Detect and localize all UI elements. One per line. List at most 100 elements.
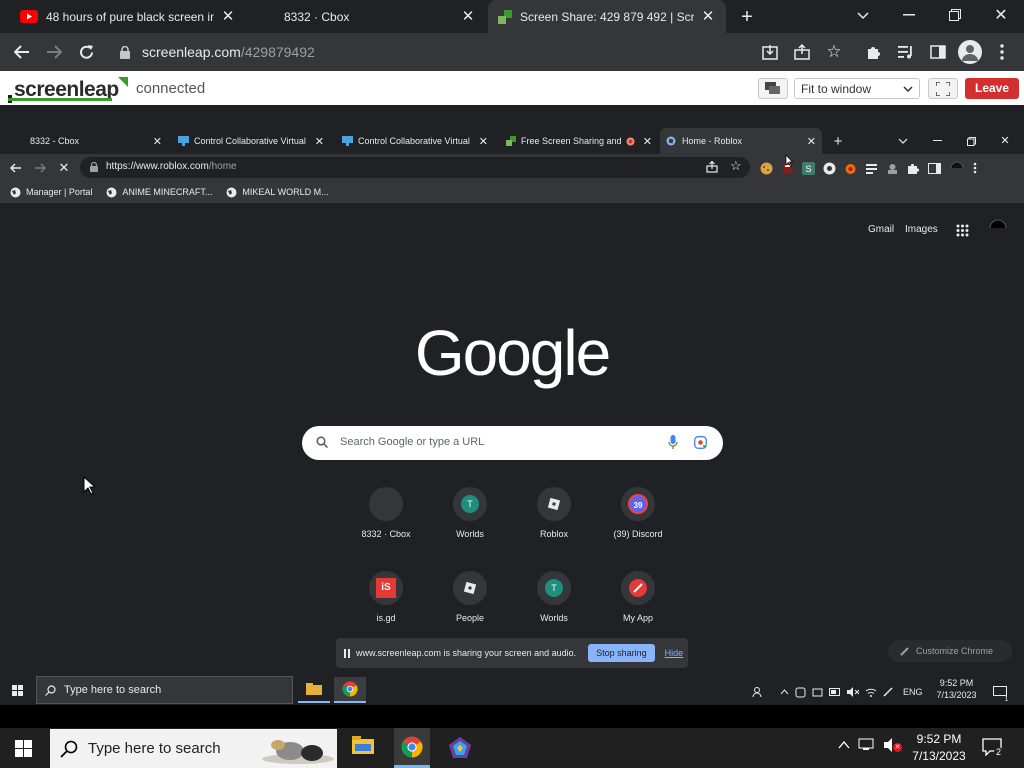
speaker-muted-icon[interactable] [847, 687, 859, 697]
shortcut-tile[interactable]: iS is.gd [346, 571, 426, 623]
google-lens-icon[interactable] [694, 436, 707, 449]
stop-sharing-button[interactable]: Stop sharing [588, 644, 655, 662]
outer-tab-youtube[interactable]: 48 hours of pure black screen in l ✕ [10, 0, 246, 33]
inner-clock[interactable]: 9:52 PM 7/13/2023 [937, 677, 977, 701]
shortcut-tile[interactable]: T Worlds [514, 571, 594, 623]
shortcut-tile[interactable]: 8332 · Cbox [346, 487, 426, 539]
back-icon[interactable] [10, 41, 34, 63]
bookmark-star-icon[interactable]: ☆ [824, 42, 844, 62]
back-icon[interactable] [8, 160, 24, 175]
images-link[interactable]: Images [905, 224, 938, 235]
orange-extension-icon[interactable] [844, 162, 857, 175]
inner-tab[interactable]: Control Collaborative Virtual ✕ [172, 128, 330, 154]
side-panel-icon[interactable] [928, 42, 948, 62]
gray-extension-icon[interactable] [886, 162, 899, 175]
chrome-taskbar-icon[interactable] [334, 677, 366, 703]
restore-icon[interactable] [944, 4, 966, 26]
bookmark-item[interactable]: MIKEAL WORLD M... [226, 187, 329, 198]
network-icon[interactable] [858, 738, 876, 752]
close-icon[interactable]: ✕ [643, 135, 652, 148]
fit-window-select[interactable]: Fit to window [794, 78, 920, 99]
profile-avatar-icon[interactable] [958, 40, 982, 64]
outer-tab-screenleap[interactable]: Screen Share: 429 879 492 | Scre ✕ [488, 0, 726, 33]
close-icon[interactable]: ✕ [153, 135, 162, 148]
file-explorer-icon[interactable] [298, 677, 330, 703]
inner-tab[interactable]: 8332 - Cbox ✕ [10, 128, 168, 154]
file-explorer-icon[interactable] [352, 736, 376, 760]
notification-icon[interactable]: 2 [982, 738, 1004, 757]
tray-app-icon[interactable] [795, 687, 806, 698]
outer-url[interactable]: screenleap.com/429879492 [142, 44, 315, 60]
chevron-up-icon[interactable] [780, 689, 789, 695]
s-extension-icon[interactable]: S [802, 161, 815, 175]
close-icon[interactable]: ✕ [220, 8, 236, 25]
tab-search-icon[interactable] [896, 134, 910, 148]
inner-tab[interactable]: Free Screen Sharing and ✕ [500, 128, 658, 154]
people-icon[interactable] [752, 686, 764, 698]
inner-taskbar-search[interactable]: Type here to search [36, 676, 293, 704]
extensions-icon[interactable] [864, 42, 884, 62]
google-search-box[interactable]: Search Google or type a URL [302, 426, 723, 460]
close-icon[interactable]: ✕ [315, 135, 324, 148]
side-panel-icon[interactable] [928, 162, 941, 174]
close-icon[interactable]: ✕ [700, 8, 716, 25]
share-icon[interactable] [792, 42, 812, 62]
colorful-app-icon[interactable] [448, 736, 472, 760]
os-clock[interactable]: 9:52 PM 7/13/2023 [908, 731, 970, 765]
windows-start-icon[interactable] [15, 740, 32, 757]
language-indicator[interactable]: ENG [903, 687, 923, 697]
bookmark-star-icon[interactable]: ☆ [730, 158, 742, 174]
restore-icon[interactable] [964, 134, 978, 148]
wifi-icon[interactable] [865, 687, 877, 697]
apps-grid-icon[interactable] [956, 224, 969, 237]
profile-avatar-icon[interactable] [949, 160, 965, 176]
shortcut-tile[interactable]: T Worlds [430, 487, 510, 539]
pen-icon[interactable] [883, 687, 893, 697]
close-icon[interactable]: ✕ [807, 135, 816, 148]
bookmark-item[interactable]: ANIME MINECRAFT... [106, 187, 212, 198]
media-controls-icon[interactable] [896, 42, 916, 62]
cookie-extension-icon[interactable] [760, 162, 773, 175]
outer-tab-cbox[interactable]: 8332 · Cbox ✕ [250, 0, 486, 33]
tray-app-icon[interactable] [812, 687, 823, 698]
inner-url-bar[interactable]: https://www.roblox.com/home ☆ [80, 157, 750, 178]
gmail-link[interactable]: Gmail [868, 224, 894, 235]
share-icon[interactable] [706, 161, 718, 173]
chevron-up-icon[interactable] [838, 741, 850, 749]
chrome-menu-icon[interactable] [992, 42, 1012, 62]
fullscreen-button[interactable] [928, 78, 958, 99]
windows-start-icon[interactable] [12, 685, 23, 696]
new-tab-button[interactable]: + [736, 6, 758, 28]
window-close-icon[interactable]: ✕ [998, 133, 1012, 147]
lock-icon[interactable] [118, 44, 132, 60]
list-extension-icon[interactable] [865, 162, 878, 175]
close-icon[interactable]: ✕ [479, 135, 488, 148]
leave-button[interactable]: Leave [965, 78, 1019, 99]
stop-loading-icon[interactable]: ✕ [56, 160, 72, 175]
circle-extension-icon[interactable] [823, 162, 836, 175]
extensions-icon[interactable] [907, 162, 920, 175]
minimize-icon[interactable] [898, 4, 920, 26]
install-app-icon[interactable] [760, 42, 780, 62]
speaker-muted-icon[interactable]: ✕ [884, 738, 902, 752]
microphone-icon[interactable] [668, 435, 678, 450]
forward-icon[interactable] [32, 160, 48, 175]
inner-tab[interactable]: Control Collaborative Virtual ✕ [336, 128, 494, 154]
chat-button[interactable] [758, 78, 788, 99]
inner-tab-active[interactable]: Home - Roblox ✕ [660, 128, 822, 154]
chrome-taskbar-icon[interactable] [394, 728, 430, 768]
tab-search-icon[interactable] [852, 6, 874, 26]
shortcut-tile[interactable]: 39 (39) Discord [598, 487, 678, 539]
forward-icon[interactable] [42, 41, 66, 63]
battery-icon[interactable] [829, 688, 841, 696]
minimize-icon[interactable] [930, 134, 944, 148]
os-taskbar-search[interactable]: Type here to search [50, 729, 337, 768]
customize-chrome-button[interactable]: Customize Chrome [888, 640, 1012, 662]
window-close-icon[interactable]: ✕ [990, 4, 1012, 26]
close-icon[interactable]: ✕ [460, 8, 476, 25]
hide-notice-link[interactable]: Hide [665, 648, 684, 658]
shortcut-tile[interactable]: My App [598, 571, 678, 623]
notification-icon[interactable]: 1 [992, 686, 1011, 703]
reload-icon[interactable] [74, 41, 98, 63]
shortcut-tile[interactable]: Roblox [514, 487, 594, 539]
